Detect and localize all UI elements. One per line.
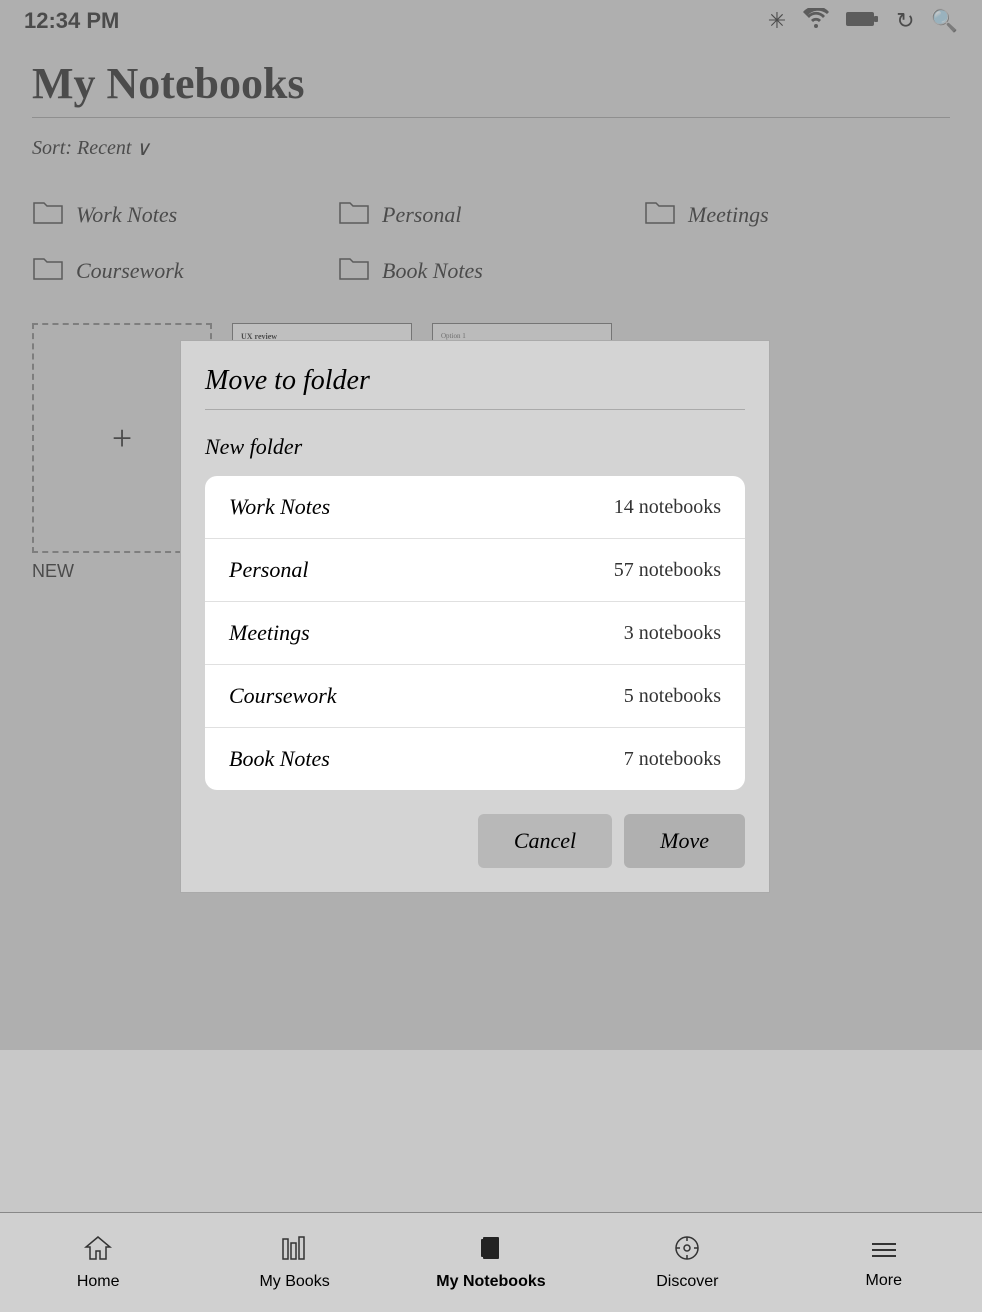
nav-label-home: Home bbox=[77, 1273, 120, 1291]
my-notebooks-icon bbox=[477, 1235, 505, 1269]
folder-list-item-book-notes[interactable]: Book Notes 7 notebooks bbox=[205, 728, 745, 790]
more-icon bbox=[870, 1236, 898, 1268]
cancel-button[interactable]: Cancel bbox=[478, 814, 612, 868]
nav-item-discover[interactable]: Discover bbox=[589, 1235, 785, 1291]
nav-label-my-notebooks: My Notebooks bbox=[436, 1273, 545, 1291]
home-icon bbox=[84, 1235, 112, 1269]
new-folder-option[interactable]: New folder bbox=[205, 426, 745, 468]
folder-list-count-meetings: 3 notebooks bbox=[624, 622, 721, 645]
folder-list-name-meetings: Meetings bbox=[229, 620, 310, 646]
nav-item-home[interactable]: Home bbox=[0, 1235, 196, 1291]
folder-list-name-personal: Personal bbox=[229, 557, 308, 583]
folder-list-item-coursework[interactable]: Coursework 5 notebooks bbox=[205, 665, 745, 728]
folder-list-name-work-notes: Work Notes bbox=[229, 494, 330, 520]
folder-list-name-coursework: Coursework bbox=[229, 683, 337, 709]
bottom-nav: Home My Books My Notebooks Discover More bbox=[0, 1212, 982, 1312]
folder-list-count-book-notes: 7 notebooks bbox=[624, 748, 721, 771]
folder-list-item-work-notes[interactable]: Work Notes 14 notebooks bbox=[205, 476, 745, 539]
my-books-icon bbox=[281, 1235, 309, 1269]
move-button[interactable]: Move bbox=[624, 814, 745, 868]
nav-item-more[interactable]: More bbox=[786, 1236, 982, 1290]
folder-list-item-meetings[interactable]: Meetings 3 notebooks bbox=[205, 602, 745, 665]
folder-list-count-coursework: 5 notebooks bbox=[624, 685, 721, 708]
folder-list-count-personal: 57 notebooks bbox=[614, 559, 721, 582]
nav-label-more: More bbox=[866, 1272, 902, 1290]
dialog-buttons: Cancel Move bbox=[205, 814, 745, 868]
nav-label-my-books: My Books bbox=[259, 1273, 329, 1291]
folder-list-card: Work Notes 14 notebooks Personal 57 note… bbox=[205, 476, 745, 790]
nav-item-my-books[interactable]: My Books bbox=[196, 1235, 392, 1291]
dialog-title: Move to folder bbox=[205, 365, 745, 397]
folder-list-name-book-notes: Book Notes bbox=[229, 746, 330, 772]
nav-label-discover: Discover bbox=[656, 1273, 718, 1291]
folder-list-item-personal[interactable]: Personal 57 notebooks bbox=[205, 539, 745, 602]
nav-item-my-notebooks[interactable]: My Notebooks bbox=[393, 1235, 589, 1291]
move-to-folder-dialog: Move to folder New folder Work Notes 14 … bbox=[180, 340, 770, 893]
discover-icon bbox=[673, 1235, 701, 1269]
folder-list-count-work-notes: 14 notebooks bbox=[614, 496, 721, 519]
dialog-divider bbox=[205, 409, 745, 410]
